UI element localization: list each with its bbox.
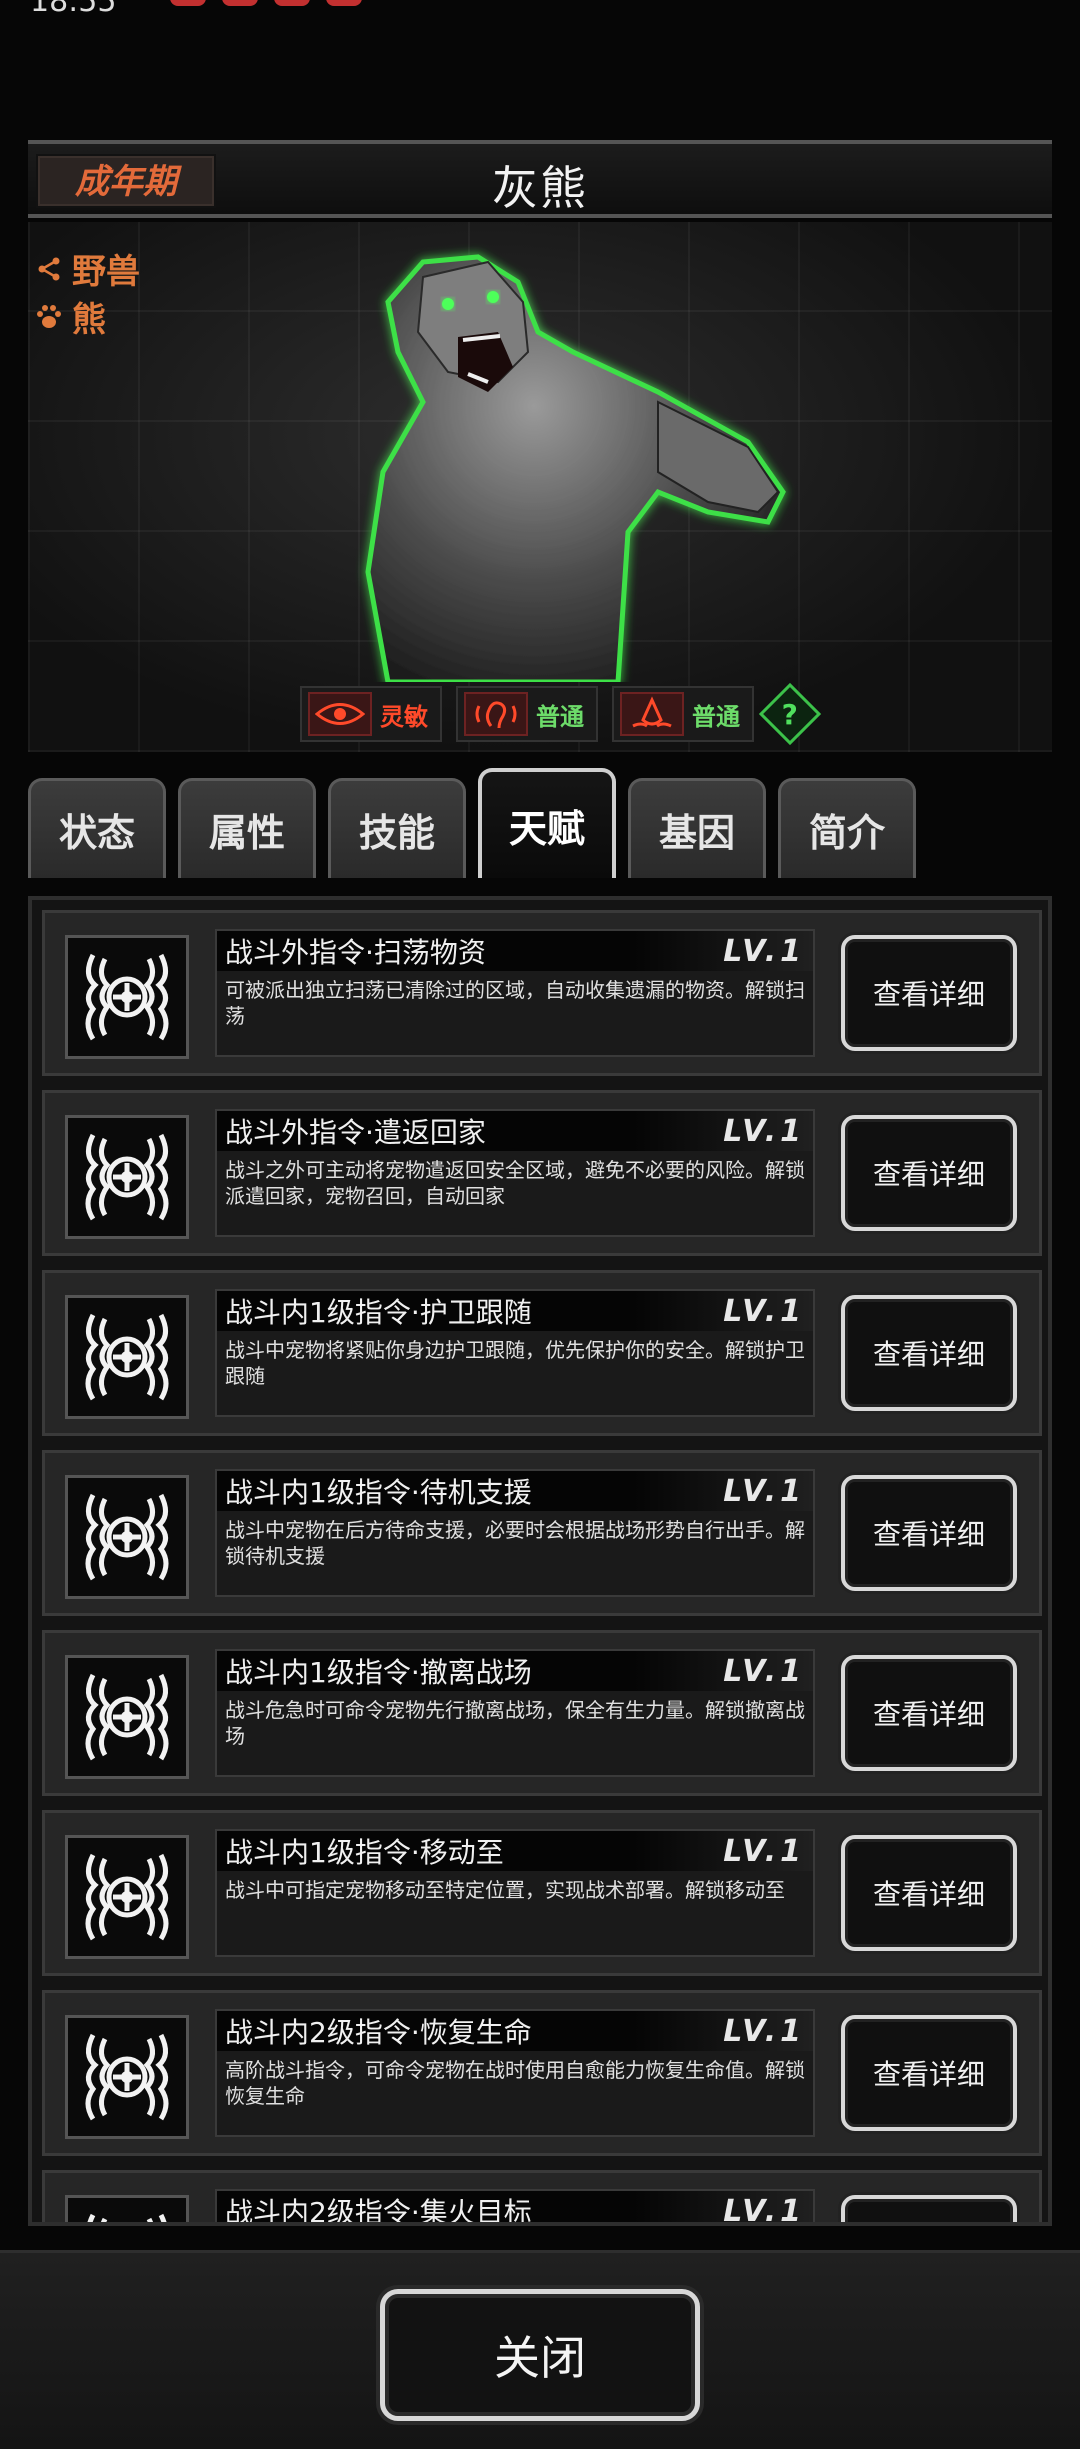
talent-description: 战斗危急时可命令宠物先行撤离战场，保全有生力量。解锁撤离战场 — [225, 1698, 805, 1748]
talent-description: 战斗中宠物将紧贴你身边护卫跟随，优先保护你的安全。解锁护卫跟随 — [225, 1338, 805, 1388]
talent-emblem-icon — [65, 1655, 189, 1779]
notification-icons — [170, 0, 362, 6]
talent-item: 战斗内1级指令·待机支援 LV.1 战斗中宠物在后方待命支援，必要时会根据战场形… — [42, 1450, 1042, 1616]
talent-description: 战斗中可指定宠物移动至特定位置，实现战术部署。解锁移动至 — [225, 1878, 785, 1902]
talent-list[interactable]: 战斗外指令·扫荡物资 LV.1 可被派出独立扫荡已清除过的区域，自动收集遗漏的物… — [28, 896, 1052, 2226]
view-detail-button[interactable]: 查看详细 — [841, 1655, 1017, 1771]
paw-icon — [32, 300, 66, 334]
talent-level: LV.1 — [723, 1473, 805, 1509]
creature-portrait: 野兽 熊 灵敏 普通 普通 ? — [28, 222, 1052, 752]
talent-emblem-icon — [65, 2015, 189, 2139]
tab-skills[interactable]: 技能 — [328, 778, 466, 878]
talent-title: 战斗内1级指令·移动至 — [225, 1836, 504, 1869]
talent-description: 可被派出独立扫荡已清除过的区域，自动收集遗漏的物资。解锁扫荡 — [225, 978, 805, 1028]
sense-hearing-label: 普通 — [536, 702, 584, 731]
talent-item: 战斗外指令·遣返回家 LV.1 战斗之外可主动将宠物遣返回安全区域，避免不必要的… — [42, 1090, 1042, 1256]
talent-info: 战斗内2级指令·集火目标 LV.1 — [215, 2189, 815, 2226]
sense-smell-label: 普通 — [692, 702, 740, 731]
talent-item: 战斗外指令·扫荡物资 LV.1 可被派出独立扫荡已清除过的区域，自动收集遗漏的物… — [42, 910, 1042, 1076]
view-detail-button[interactable]: 查看详细 — [841, 1835, 1017, 1951]
talent-level: LV.1 — [723, 1113, 805, 1149]
talent-emblem-icon — [65, 935, 189, 1059]
sense-smell: 普通 — [612, 686, 754, 742]
close-button[interactable]: 关闭 — [380, 2289, 700, 2421]
tag-species: 熊 — [32, 292, 106, 341]
talent-item: 战斗内1级指令·撤离战场 LV.1 战斗危急时可命令宠物先行撤离战场，保全有生力… — [42, 1630, 1042, 1796]
tab-genes[interactable]: 基因 — [628, 778, 766, 878]
bottom-bar: 关闭 — [0, 2250, 1080, 2449]
talent-info: 战斗内2级指令·恢复生命 LV.1 高阶战斗指令，可命令宠物在战时使用自愈能力恢… — [215, 2009, 815, 2137]
talent-item: 战斗内1级指令·护卫跟随 LV.1 战斗中宠物将紧贴你身边护卫跟随，优先保护你的… — [42, 1270, 1042, 1436]
senses-row: 灵敏 普通 普通 ? — [300, 682, 822, 746]
talent-item: 战斗内2级指令·集火目标 LV.1 查看详细 — [42, 2170, 1042, 2226]
tag-label: 熊 — [72, 300, 106, 340]
talent-level: LV.1 — [723, 2193, 805, 2226]
talent-title: 战斗内1级指令·待机支援 — [225, 1476, 532, 1509]
talent-title: 战斗外指令·遣返回家 — [225, 1116, 486, 1149]
talent-info: 战斗内1级指令·待机支援 LV.1 战斗中宠物在后方待命支援，必要时会根据战场形… — [215, 1469, 815, 1597]
talent-emblem-icon — [65, 1295, 189, 1419]
talent-emblem-icon — [65, 1115, 189, 1239]
talent-title: 战斗内2级指令·恢复生命 — [225, 2016, 532, 2049]
talent-item: 战斗内1级指令·移动至 LV.1 战斗中可指定宠物移动至特定位置，实现战术部署。… — [42, 1810, 1042, 1976]
view-detail-button[interactable]: 查看详细 — [841, 935, 1017, 1051]
creature-name: 灰熊 — [492, 161, 588, 215]
help-icon[interactable]: ? — [758, 682, 822, 746]
talent-description: 高阶战斗指令，可命令宠物在战时使用自愈能力恢复生命值。解锁恢复生命 — [225, 2058, 805, 2108]
view-detail-button[interactable]: 查看详细 — [841, 2015, 1017, 2131]
status-time: 18:55 — [30, 0, 117, 19]
talent-level: LV.1 — [723, 1833, 805, 1869]
bear-illustration — [365, 254, 786, 682]
creature-header: 成年期 灰熊 — [28, 140, 1052, 218]
talent-emblem-icon — [65, 2195, 189, 2222]
view-detail-button[interactable]: 查看详细 — [841, 1475, 1017, 1591]
talent-level: LV.1 — [723, 933, 805, 969]
view-detail-button[interactable]: 查看详细 — [841, 2195, 1017, 2222]
talent-info: 战斗内1级指令·撤离战场 LV.1 战斗危急时可命令宠物先行撤离战场，保全有生力… — [215, 1649, 815, 1777]
talent-emblem-icon — [65, 1475, 189, 1599]
talent-level: LV.1 — [723, 2013, 805, 2049]
tag-label: 野兽 — [72, 252, 140, 292]
talent-title: 战斗内1级指令·撤离战场 — [225, 1656, 532, 1689]
tab-status[interactable]: 状态 — [28, 778, 166, 878]
talent-level: LV.1 — [723, 1293, 805, 1329]
talent-info: 战斗内1级指令·移动至 LV.1 战斗中可指定宠物移动至特定位置，实现战术部署。… — [215, 1829, 815, 1957]
talent-description: 战斗之外可主动将宠物遣返回安全区域，避免不必要的风险。解锁派遣回家，宠物召回，自… — [225, 1158, 805, 1208]
talent-title: 战斗内2级指令·集火目标 — [225, 2196, 532, 2226]
sense-sight: 灵敏 — [300, 686, 442, 742]
tag-category: 野兽 — [32, 244, 140, 293]
talent-emblem-icon — [65, 1835, 189, 1959]
view-detail-button[interactable]: 查看详细 — [841, 1295, 1017, 1411]
tab-bar: 状态 属性 技能 天赋 基因 简介 — [28, 768, 916, 878]
talent-description: 战斗中宠物在后方待命支援，必要时会根据战场形势自行出手。解锁待机支援 — [225, 1518, 805, 1568]
talent-info: 战斗内1级指令·护卫跟随 LV.1 战斗中宠物将紧贴你身边护卫跟随，优先保护你的… — [215, 1289, 815, 1417]
talent-title: 战斗内1级指令·护卫跟随 — [225, 1296, 532, 1329]
sense-sight-label: 灵敏 — [380, 702, 428, 731]
share-icon — [32, 252, 66, 286]
talent-item: 战斗内2级指令·恢复生命 LV.1 高阶战斗指令，可命令宠物在战时使用自愈能力恢… — [42, 1990, 1042, 2156]
ear-icon — [464, 692, 528, 736]
talent-info: 战斗外指令·遣返回家 LV.1 战斗之外可主动将宠物遣返回安全区域，避免不必要的… — [215, 1109, 815, 1237]
tab-talents[interactable]: 天赋 — [478, 768, 616, 878]
talent-info: 战斗外指令·扫荡物资 LV.1 可被派出独立扫荡已清除过的区域，自动收集遗漏的物… — [215, 929, 815, 1057]
talent-title: 战斗外指令·扫荡物资 — [225, 936, 486, 969]
eye-icon — [308, 692, 372, 736]
talent-level: LV.1 — [723, 1653, 805, 1689]
tab-intro[interactable]: 简介 — [778, 778, 916, 878]
status-bar: 18:55 — [0, 0, 1080, 20]
view-detail-button[interactable]: 查看详细 — [841, 1115, 1017, 1231]
nose-icon — [620, 692, 684, 736]
sense-hearing: 普通 — [456, 686, 598, 742]
tab-attributes[interactable]: 属性 — [178, 778, 316, 878]
